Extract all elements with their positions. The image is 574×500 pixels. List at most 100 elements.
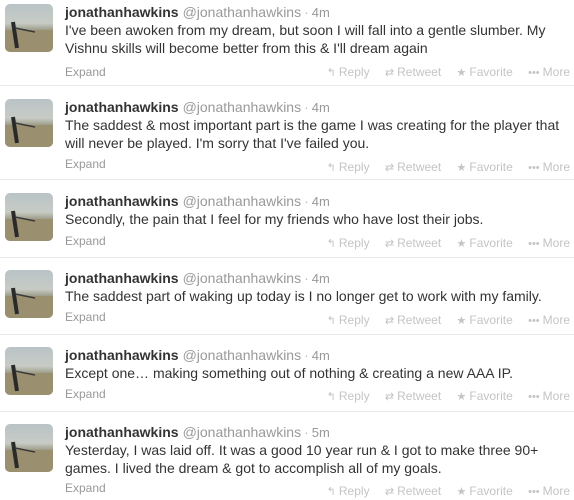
retweet-icon: ⇄ (384, 162, 395, 174)
username[interactable]: @jonathanhawkins (183, 424, 302, 440)
timestamp[interactable]: 5m (312, 425, 330, 440)
reply-arrow-icon: ↰ (326, 391, 336, 403)
favorite-button[interactable]: ★ Favorite (457, 313, 513, 327)
fullname[interactable]: jonathanhawkins (65, 99, 179, 115)
retweet-button[interactable]: ⇄ Retweet (385, 313, 441, 327)
expand-link[interactable]: Expand (65, 387, 106, 401)
timestamp[interactable]: 4m (312, 5, 330, 20)
tweet-header: jonathanhawkins @jonathanhawkins · 4m (65, 3, 330, 22)
timestamp[interactable]: 4m (312, 100, 330, 115)
reply-button[interactable]: ↰ Reply (327, 484, 370, 498)
star-icon: ★ (456, 238, 467, 250)
fullname[interactable]: jonathanhawkins (65, 424, 179, 440)
avatar[interactable] (5, 193, 53, 241)
expand-link[interactable]: Expand (65, 157, 106, 171)
more-button[interactable]: ••• More (528, 160, 570, 174)
separator-dot: · (304, 99, 309, 115)
tweet-text: Secondly, the pain that I feel for my fr… (65, 211, 484, 227)
tweet[interactable]: jonathanhawkins @jonathanhawkins · 4m Secon… (0, 180, 574, 258)
favorite-button[interactable]: ★ Favorite (457, 160, 513, 174)
retweet-button[interactable]: ⇄ Retweet (385, 65, 441, 79)
star-icon: ★ (456, 315, 467, 327)
tweet-actions: ↰ Reply ⇄ Retweet ★ Favorite ••• More (315, 160, 570, 174)
star-icon: ★ (456, 67, 467, 79)
tweet-actions: ↰ Reply ⇄ Retweet ★ Favorite ••• More (315, 313, 570, 327)
favorite-button[interactable]: ★ Favorite (457, 389, 513, 403)
star-icon: ★ (456, 162, 467, 174)
timestamp[interactable]: 4m (312, 271, 330, 286)
reply-arrow-icon: ↰ (326, 315, 336, 327)
tweet[interactable]: jonathanhawkins @jonathanhawkins · 4m I've … (0, 0, 574, 86)
tweet-timeline: jonathanhawkins @jonathanhawkins · 4m I've … (0, 0, 574, 500)
tweet-actions: ↰ Reply ⇄ Retweet ★ Favorite ••• More (315, 389, 570, 403)
fullname[interactable]: jonathanhawkins (65, 347, 179, 363)
ellipsis-icon: ••• (528, 486, 540, 498)
timestamp[interactable]: 4m (312, 194, 330, 209)
retweet-icon: ⇄ (384, 238, 395, 250)
tweet-text: Except one… making something out of noth… (65, 365, 514, 381)
avatar[interactable] (5, 99, 53, 147)
username[interactable]: @jonathanhawkins (183, 193, 302, 209)
username[interactable]: @jonathanhawkins (183, 99, 302, 115)
tweet-header: jonathanhawkins @jonathanhawkins · 4m (65, 346, 330, 365)
reply-arrow-icon: ↰ (326, 486, 336, 498)
avatar[interactable] (5, 424, 53, 472)
tweet[interactable]: jonathanhawkins @jonathanhawkins · 4m The s… (0, 258, 574, 335)
username[interactable]: @jonathanhawkins (183, 4, 302, 20)
tweet[interactable]: jonathanhawkins @jonathanhawkins · 5m Yeste… (0, 412, 574, 500)
username[interactable]: @jonathanhawkins (183, 347, 302, 363)
tweet-text: Yesterday, I was laid off. It was a good… (65, 442, 539, 476)
tweet[interactable]: jonathanhawkins @jonathanhawkins · 4m The s… (0, 86, 574, 180)
retweet-button[interactable]: ⇄ Retweet (385, 389, 441, 403)
tweet-actions: ↰ Reply ⇄ Retweet ★ Favorite ••• More (315, 236, 570, 250)
reply-button[interactable]: ↰ Reply (327, 65, 370, 79)
star-icon: ★ (456, 486, 467, 498)
timestamp[interactable]: 4m (312, 348, 330, 363)
reply-button[interactable]: ↰ Reply (327, 236, 370, 250)
reply-button[interactable]: ↰ Reply (327, 160, 370, 174)
tweet-header: jonathanhawkins @jonathanhawkins · 4m (65, 269, 330, 288)
more-button[interactable]: ••• More (528, 484, 570, 498)
ellipsis-icon: ••• (528, 162, 540, 174)
retweet-button[interactable]: ⇄ Retweet (385, 236, 441, 250)
ellipsis-icon: ••• (528, 315, 540, 327)
reply-arrow-icon: ↰ (326, 162, 336, 174)
retweet-button[interactable]: ⇄ Retweet (385, 160, 441, 174)
retweet-button[interactable]: ⇄ Retweet (385, 484, 441, 498)
ellipsis-icon: ••• (528, 391, 540, 403)
separator-dot: · (304, 424, 309, 440)
avatar[interactable] (5, 347, 53, 395)
tweet-header: jonathanhawkins @jonathanhawkins · 4m (65, 98, 330, 117)
tweet-header: jonathanhawkins @jonathanhawkins · 4m (65, 192, 330, 211)
ellipsis-icon: ••• (528, 67, 540, 79)
expand-link[interactable]: Expand (65, 65, 106, 79)
fullname[interactable]: jonathanhawkins (65, 4, 179, 20)
expand-link[interactable]: Expand (65, 310, 106, 324)
more-button[interactable]: ••• More (528, 65, 570, 79)
expand-link[interactable]: Expand (65, 481, 106, 495)
expand-link[interactable]: Expand (65, 234, 106, 248)
ellipsis-icon: ••• (528, 238, 540, 250)
tweet-text: I've been awoken from my dream, but soon… (65, 22, 546, 56)
more-button[interactable]: ••• More (528, 389, 570, 403)
fullname[interactable]: jonathanhawkins (65, 270, 179, 286)
retweet-icon: ⇄ (384, 67, 395, 79)
fullname[interactable]: jonathanhawkins (65, 193, 179, 209)
username[interactable]: @jonathanhawkins (183, 270, 302, 286)
separator-dot: · (304, 270, 309, 286)
reply-arrow-icon: ↰ (326, 238, 336, 250)
more-button[interactable]: ••• More (528, 236, 570, 250)
tweet-actions: ↰ Reply ⇄ Retweet ★ Favorite ••• More (315, 65, 570, 79)
tweet-text: The saddest & most important part is the… (65, 117, 560, 151)
avatar[interactable] (5, 270, 53, 318)
star-icon: ★ (456, 391, 467, 403)
favorite-button[interactable]: ★ Favorite (457, 236, 513, 250)
reply-button[interactable]: ↰ Reply (327, 389, 370, 403)
tweet[interactable]: jonathanhawkins @jonathanhawkins · 4m Excep… (0, 335, 574, 412)
avatar[interactable] (5, 4, 53, 52)
reply-button[interactable]: ↰ Reply (327, 313, 370, 327)
favorite-button[interactable]: ★ Favorite (457, 65, 513, 79)
reply-arrow-icon: ↰ (326, 67, 336, 79)
more-button[interactable]: ••• More (528, 313, 570, 327)
favorite-button[interactable]: ★ Favorite (457, 484, 513, 498)
